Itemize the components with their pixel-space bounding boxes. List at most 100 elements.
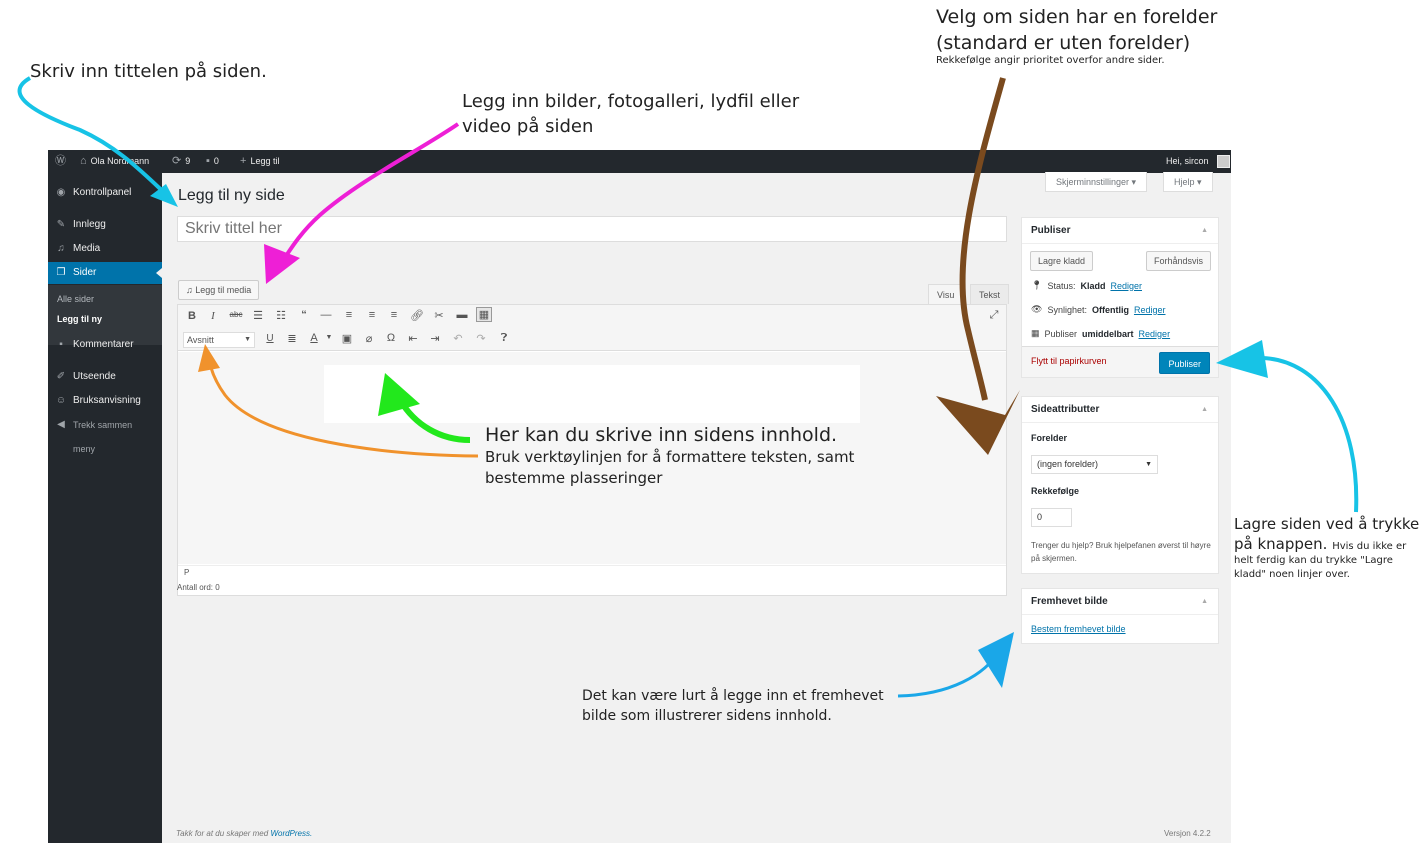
page-attributes-header[interactable]: Sideattributter ▲ bbox=[1022, 397, 1218, 423]
text-color-dropdown-icon[interactable]: ▼ bbox=[321, 334, 337, 341]
publish-annotation-line1: Lagre siden ved å trykke bbox=[1234, 515, 1420, 533]
site-name: Ola Nordmann bbox=[90, 156, 150, 166]
title-input[interactable] bbox=[177, 216, 1007, 242]
tab-text[interactable]: Tekst bbox=[970, 284, 1010, 304]
numbered-list-icon[interactable]: ☷ bbox=[273, 309, 289, 322]
admin-sidebar: ◉ Kontrollpanel ✎ Innlegg ♫ Media ❐ Sider Al… bbox=[48, 173, 162, 843]
title-annotation: Skriv inn tittelen på siden. bbox=[30, 61, 267, 82]
account-menu[interactable]: Hei, sircon bbox=[1166, 150, 1230, 173]
fullscreen-icon[interactable]: ⤢ bbox=[986, 309, 1002, 322]
parent-label: Forelder bbox=[1031, 433, 1068, 443]
media-icon: ♫ bbox=[186, 285, 193, 295]
move-to-trash-link[interactable]: Flytt til papirkurven bbox=[1031, 356, 1107, 366]
bullet-list-icon[interactable]: ☰ bbox=[250, 309, 266, 322]
home-icon: ⌂ bbox=[80, 155, 87, 167]
outdent-icon[interactable]: ⇤ bbox=[405, 332, 421, 345]
unlink-icon[interactable]: ✂ bbox=[431, 309, 447, 322]
strikethrough-icon[interactable]: abc bbox=[228, 310, 244, 319]
more-tag-icon[interactable]: ▬ bbox=[454, 309, 470, 321]
underline-icon[interactable]: U bbox=[262, 333, 278, 344]
align-center-icon[interactable]: ≡ bbox=[364, 309, 380, 321]
sidebar-item-posts[interactable]: ✎ Innlegg bbox=[48, 214, 162, 236]
submenu-all-pages[interactable]: Alle sider bbox=[57, 294, 94, 304]
sidebar-item-manual[interactable]: ☺ Bruksanvisning bbox=[48, 390, 162, 412]
wordpress-link[interactable]: WordPress. bbox=[270, 829, 312, 838]
collapse-menu-label[interactable]: meny bbox=[48, 438, 162, 460]
comments-link[interactable]: ▪ 0 bbox=[206, 150, 219, 173]
updates-icon: ⟳ bbox=[172, 155, 182, 167]
featured-annotation-line2: bilde som illustrerer sidens innhold. bbox=[582, 708, 832, 724]
updates-link[interactable]: ⟳ 9 bbox=[172, 150, 190, 173]
footer-version: Versjon 4.2.2 bbox=[1164, 829, 1211, 838]
avatar bbox=[1216, 155, 1230, 168]
parent-select[interactable]: (ingen forelder) ▼ bbox=[1031, 455, 1158, 474]
publish-actions: Flytt til papirkurven Publiser bbox=[1022, 346, 1218, 377]
featured-image-header[interactable]: Fremhevet bilde ▲ bbox=[1022, 589, 1218, 615]
align-right-icon[interactable]: ≡ bbox=[386, 309, 402, 321]
pages-icon: ❐ bbox=[56, 267, 66, 278]
redo-icon[interactable]: ↷ bbox=[473, 332, 489, 345]
wordpress-logo-icon[interactable]: Ⓦ bbox=[55, 150, 66, 173]
tab-visual[interactable]: Visu bbox=[928, 284, 964, 304]
format-select[interactable]: Avsnitt ▼ bbox=[183, 332, 255, 348]
publish-box-header[interactable]: Publiser ▲ bbox=[1022, 218, 1218, 244]
link-icon[interactable]: 🔗︎ bbox=[409, 309, 425, 322]
sidebar-item-pages[interactable]: ❐ Sider bbox=[48, 262, 162, 284]
parent-annotation-line2: (standard er uten forelder) bbox=[936, 32, 1191, 54]
help-button[interactable]: Hjelp ▾ bbox=[1163, 172, 1213, 192]
chevron-down-icon: ▼ bbox=[1145, 461, 1152, 468]
bold-icon[interactable]: B bbox=[184, 310, 200, 322]
comments-icon: ▪ bbox=[59, 339, 63, 350]
add-media-button[interactable]: ♫ Legg til media bbox=[178, 280, 260, 300]
italic-icon[interactable]: I bbox=[205, 310, 221, 322]
align-left-icon[interactable]: ≡ bbox=[341, 309, 357, 321]
collapse-arrow-icon[interactable]: ▲ bbox=[1201, 397, 1208, 423]
paste-as-text-icon[interactable]: ▣ bbox=[339, 332, 355, 345]
collapse-menu-button[interactable]: ◀ Trekk sammen bbox=[48, 414, 162, 436]
new-content-link[interactable]: + Legg til bbox=[240, 150, 279, 173]
clear-formatting-icon[interactable]: ⌀ bbox=[361, 332, 377, 345]
parent-annotation-line3: Rekkefølge angir prioritet overfor andre… bbox=[936, 55, 1165, 66]
media-annotation-line1: Legg inn bilder, fotogalleri, lydfil ell… bbox=[462, 91, 800, 112]
collapse-arrow-icon[interactable]: ▲ bbox=[1201, 589, 1208, 615]
page-attributes-box: Sideattributter ▲ Forelder (ingen forelde… bbox=[1021, 396, 1219, 574]
attributes-help-text: Trenger du hjelp? Bruk hjelpefanen øvers… bbox=[1031, 541, 1211, 563]
content-annotation-line1: Her kan du skrive inn sidens innhold. bbox=[485, 424, 838, 446]
undo-icon[interactable]: ↶ bbox=[450, 332, 466, 345]
edit-visibility-link[interactable]: Rediger bbox=[1134, 305, 1166, 315]
horizontal-line-icon[interactable]: — bbox=[318, 309, 334, 321]
text-color-icon[interactable]: A bbox=[306, 332, 322, 344]
collapse-arrow-icon[interactable]: ▲ bbox=[1201, 218, 1208, 244]
dashboard-icon: ◉ bbox=[56, 187, 66, 198]
sidebar-item-media[interactable]: ♫ Media bbox=[48, 238, 162, 260]
preview-button[interactable]: Forhåndsvis bbox=[1145, 251, 1211, 271]
screen-options-button[interactable]: Skjerminnstillinger ▾ bbox=[1045, 172, 1148, 192]
edit-status-link[interactable]: Rediger bbox=[1110, 281, 1142, 291]
keyboard-help-icon[interactable]: ❓︎ bbox=[496, 332, 512, 345]
content-edit-body[interactable] bbox=[324, 365, 860, 423]
site-name-link[interactable]: ⌂ Ola Nordmann bbox=[80, 150, 149, 173]
visibility-row: 👁︎ Synlighet: Offentlig Rediger bbox=[1031, 304, 1166, 315]
editor-path: P bbox=[178, 565, 1006, 579]
special-character-icon[interactable]: Ω bbox=[383, 332, 399, 344]
footer-thanks: Takk for at du skaper med WordPress. bbox=[176, 829, 313, 838]
indent-icon[interactable]: ⇥ bbox=[427, 332, 443, 345]
wordpress-admin-screenshot: Ⓦ ⌂ Ola Nordmann ⟳ 9 ▪ 0 + Legg til Hei,… bbox=[48, 150, 1231, 843]
set-featured-image-link[interactable]: Bestem fremhevet bilde bbox=[1031, 624, 1126, 634]
justify-icon[interactable]: ≣ bbox=[284, 332, 300, 345]
publish-button[interactable]: Publiser bbox=[1159, 352, 1210, 374]
edit-schedule-link[interactable]: Rediger bbox=[1139, 329, 1171, 339]
toolbar-toggle-icon[interactable]: ▦ bbox=[476, 307, 492, 322]
schedule-row: ▦ Publiser umiddelbart Rediger bbox=[1031, 328, 1171, 339]
order-input[interactable]: 0 bbox=[1031, 508, 1072, 527]
featured-image-box: Fremhevet bilde ▲ Bestem fremhevet bilde bbox=[1021, 588, 1219, 644]
sidebar-item-comments[interactable]: ▪ Kommentarer bbox=[48, 334, 162, 356]
media-icon: ♫ bbox=[57, 243, 65, 254]
publish-annotation-line2: på knappen. Hvis du ikke er bbox=[1234, 535, 1407, 553]
blockquote-icon[interactable]: “ bbox=[296, 309, 312, 321]
save-draft-button[interactable]: Lagre kladd bbox=[1030, 251, 1094, 271]
sidebar-item-appearance[interactable]: ✐ Utseende bbox=[48, 366, 162, 388]
submenu-add-new[interactable]: Legg til ny bbox=[57, 314, 102, 324]
sidebar-item-dashboard[interactable]: ◉ Kontrollpanel bbox=[48, 182, 162, 204]
page-title: Legg til ny side bbox=[178, 187, 285, 204]
